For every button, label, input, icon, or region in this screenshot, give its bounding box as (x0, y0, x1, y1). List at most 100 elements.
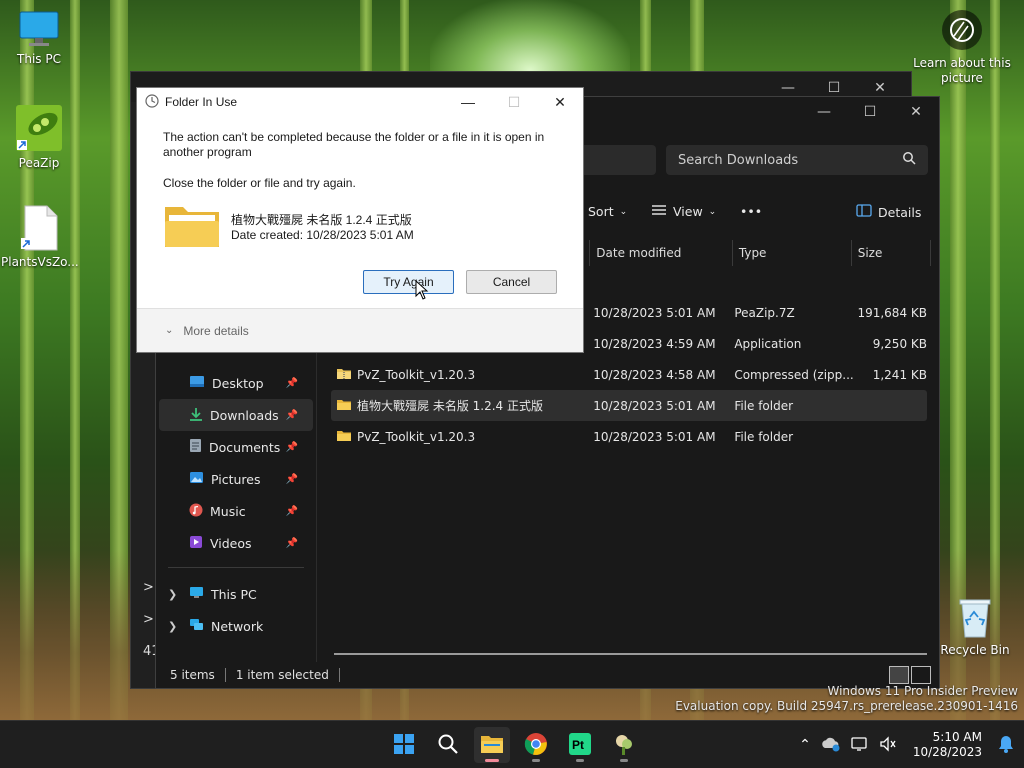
pin-icon[interactable]: 📌 (286, 506, 298, 517)
start-button[interactable] (386, 727, 422, 763)
chevron-up-icon[interactable]: ⌃ (799, 737, 811, 753)
notification-bell-icon[interactable] (998, 735, 1014, 756)
chevron-right-icon[interactable]: > (143, 580, 154, 595)
os-watermark: Windows 11 Pro Insider Preview Evaluatio… (675, 684, 1018, 714)
sidebar-item-documents[interactable]: Documents 📌 (156, 431, 316, 463)
sidebar-item-label: Pictures (211, 471, 261, 487)
minimize-icon[interactable]: — (801, 100, 847, 124)
learn-about-label: Learn about this picture (913, 56, 1011, 85)
sidebar-item-label: This PC (211, 586, 257, 602)
cancel-button[interactable]: Cancel (466, 270, 557, 294)
more-details-toggle[interactable]: ⌄ More details (137, 308, 583, 352)
desktop-icon-label: This PC (17, 52, 61, 66)
document-icon (189, 438, 202, 456)
pin-icon[interactable]: 📌 (286, 538, 298, 549)
chevron-down-icon: ⌄ (165, 325, 174, 336)
mouse-cursor (415, 279, 429, 303)
sidebar-item-pictures[interactable]: Pictures 📌 (156, 463, 316, 495)
column-date-modified[interactable]: Date modified (590, 240, 733, 266)
desktop-icon-recycle-bin[interactable]: Recycle Bin (937, 597, 1013, 657)
folder-in-use-dialog[interactable]: Folder In Use — ☐ ✕ The action can't be … (136, 87, 584, 353)
clock-time: 5:10 AM (932, 730, 982, 744)
sidebar-item-this-pc[interactable]: ❯ This PC (156, 578, 316, 610)
table-row-selected[interactable]: 植物大戰殭屍 未名版 1.2.4 正式版 10/28/2023 5:01 AM … (331, 390, 927, 421)
file-date: 10/28/2023 5:01 AM (593, 305, 716, 320)
table-row[interactable]: PvZ_Toolkit_v1.20.3 10/28/2023 5:01 AM F… (331, 421, 927, 452)
file-name-cell: 植物大戰殭屍 未名版 1.2.4 正式版 (331, 397, 591, 414)
file-type: File folder (734, 429, 794, 444)
desktop-icon-label: PlantsVsZo... (1, 255, 79, 269)
taskbar: Pt ⌃ 5:10 AM 10/28/2023 (0, 720, 1024, 768)
status-item-count: 5 items (170, 668, 215, 682)
taskbar-pvz[interactable] (606, 727, 642, 763)
dialog-titlebar[interactable]: Folder In Use — ☐ ✕ (137, 88, 583, 116)
pin-icon[interactable]: 📌 (286, 442, 298, 453)
camera-lens-icon (942, 10, 982, 50)
sidebar-item-videos[interactable]: Videos 📌 (156, 527, 316, 559)
file-type: Compressed (zipp... (734, 367, 854, 382)
more-options-button[interactable]: ••• (740, 204, 762, 219)
column-type[interactable]: Type (733, 240, 852, 266)
sidebar-item-label: Desktop (212, 375, 264, 391)
desktop-icon-plantsvszombies[interactable]: PlantsVsZo... (1, 205, 79, 269)
taskbar-chrome[interactable] (518, 727, 554, 763)
search-input[interactable]: Search Downloads (666, 145, 928, 175)
file-name: 植物大戰殭屍 未名版 1.2.4 正式版 (357, 399, 543, 413)
minimize-icon[interactable]: — (445, 90, 491, 114)
pin-icon[interactable]: 📌 (286, 378, 298, 389)
chevron-right-icon[interactable]: ❯ (168, 588, 177, 601)
music-icon (189, 503, 203, 520)
taskbar-pt-app[interactable]: Pt (562, 727, 598, 763)
clock[interactable]: 5:10 AM 10/28/2023 (913, 730, 982, 760)
table-row[interactable]: PvZ_Toolkit_v1.20.3 10/28/2023 4:58 AM C… (331, 359, 927, 390)
file-name: PvZ_Toolkit_v1.20.3 (357, 367, 476, 382)
onedrive-icon[interactable] (821, 736, 841, 755)
dialog-message: The action can't be completed because th… (163, 130, 545, 159)
sidebar-item-music[interactable]: Music 📌 (156, 495, 316, 527)
pane-divider[interactable] (316, 327, 317, 662)
sidebar-item-label: Downloads (210, 407, 279, 423)
view-button[interactable]: View ⌄ (651, 204, 716, 219)
maximize-icon[interactable]: ☐ (491, 90, 537, 114)
sidebar-item-network[interactable]: ❯ Network (156, 610, 316, 642)
close-icon[interactable]: ✕ (893, 100, 939, 124)
display-icon[interactable] (851, 736, 869, 755)
desktop-icon-peazip[interactable]: PeaZip (1, 104, 77, 170)
file-size: 1,241 KB (872, 367, 927, 382)
sort-label: Sort (588, 204, 614, 219)
sidebar-item-desktop[interactable]: Desktop 📌 (156, 367, 316, 399)
learn-about-picture[interactable]: Learn about this picture (912, 10, 1012, 86)
column-size[interactable]: Size (852, 240, 931, 266)
pin-icon[interactable]: 📌 (286, 410, 298, 421)
sort-button[interactable]: Sort ⌄ (588, 204, 627, 219)
file-shortcut-icon (19, 205, 59, 251)
horizontal-scrollbar[interactable] (334, 653, 927, 655)
view-lines-icon (651, 204, 667, 219)
close-icon[interactable]: ✕ (537, 90, 583, 114)
maximize-icon[interactable]: ☐ (847, 100, 893, 124)
sidebar-item-label: Documents (209, 439, 281, 455)
try-again-button[interactable]: Try Again (363, 270, 454, 294)
search-icon (902, 151, 916, 169)
details-pane-button[interactable]: Details (856, 204, 921, 220)
chevron-right-icon[interactable]: ❯ (168, 620, 177, 633)
more-icon: ••• (740, 204, 763, 219)
desktop-folder-icon (189, 375, 205, 391)
view-label: View (673, 204, 703, 219)
monitor-icon (18, 10, 60, 48)
file-date: 10/28/2023 5:01 AM (593, 429, 716, 444)
file-type: PeaZip.7Z (734, 305, 795, 320)
sidebar-item-downloads[interactable]: Downloads 📌 (159, 399, 313, 431)
tiles-view-icon[interactable] (911, 666, 931, 684)
volume-muted-icon[interactable] (879, 735, 897, 755)
details-view-icon[interactable] (889, 666, 909, 684)
dialog-file-name: 植物大戰殭屍 未名版 1.2.4 正式版 (231, 213, 412, 227)
chevron-right-icon[interactable]: > (143, 612, 154, 627)
videos-icon (189, 535, 203, 552)
desktop-icon-this-pc[interactable]: This PC (1, 10, 77, 66)
search-button[interactable] (430, 727, 466, 763)
search-icon (437, 733, 459, 758)
taskbar-file-explorer[interactable] (474, 727, 510, 763)
pin-icon[interactable]: 📌 (286, 474, 298, 485)
chevron-down-icon: ⌄ (619, 206, 628, 217)
